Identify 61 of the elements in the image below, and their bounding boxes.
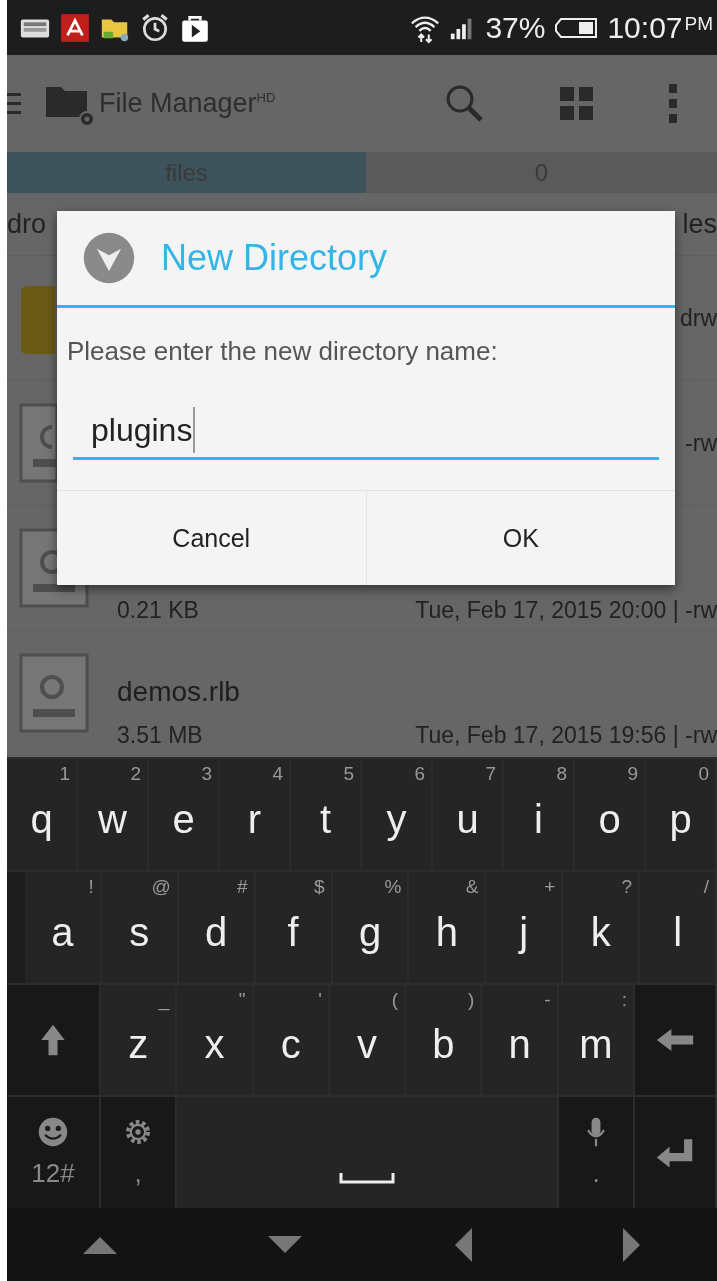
- file-permissions: -rw: [685, 429, 717, 457]
- key[interactable]: " x: [177, 984, 254, 1096]
- mic-key[interactable]: .: [559, 1097, 635, 1208]
- key[interactable]: 6 y: [362, 759, 433, 870]
- key[interactable]: % g: [332, 871, 410, 983]
- key[interactable]: + j: [486, 871, 564, 983]
- key[interactable]: _ z: [101, 984, 178, 1096]
- key[interactable]: 3 e: [149, 759, 220, 870]
- settings-key[interactable]: ,: [101, 1097, 177, 1208]
- enter-key[interactable]: [635, 1097, 717, 1208]
- key[interactable]: 1 q: [7, 759, 78, 870]
- mic-key-label: .: [592, 1158, 600, 1190]
- file-date: Tue, Feb 17, 2015 19:56 | -rw: [415, 722, 717, 749]
- clock-period: PM: [684, 12, 713, 35]
- file-size: 3.51 MB: [117, 722, 203, 749]
- dialog-title: New Directory: [161, 237, 388, 279]
- dialog-button[interactable]: OK: [365, 491, 675, 585]
- clock-time: 10:07: [607, 10, 683, 45]
- key[interactable]: ) b: [406, 984, 483, 1096]
- file-name: demos.rlb: [117, 676, 241, 708]
- space-icon: [339, 1172, 395, 1184]
- key[interactable]: : m: [558, 984, 635, 1096]
- file-icon: [19, 403, 57, 483]
- input-field[interactable]: plugins: [73, 403, 659, 460]
- pdf-icon: [59, 11, 91, 44]
- key[interactable]: 4 r: [220, 759, 291, 870]
- app-logo-icon: [81, 230, 137, 286]
- key[interactable]: ? k: [563, 871, 641, 983]
- key[interactable]: ( v: [329, 984, 407, 1096]
- key[interactable]: - n: [482, 984, 559, 1096]
- dialog-message: Please enter the new directory name:: [66, 335, 499, 367]
- battery-percent: 37%: [485, 10, 546, 45]
- key[interactable]: ! a: [25, 871, 102, 983]
- overflow-menu-icon[interactable]: [667, 81, 679, 126]
- key[interactable]: # d: [178, 871, 256, 983]
- key[interactable]: 0 p: [646, 759, 717, 870]
- smiley-icon: [37, 1116, 69, 1149]
- key[interactable]: 9 o: [575, 759, 646, 870]
- key[interactable]: $ f: [255, 871, 333, 983]
- key[interactable]: / l: [640, 871, 717, 983]
- key[interactable]: & h: [409, 871, 487, 983]
- file-icon: [19, 653, 89, 733]
- file-date: Tue, Feb 17, 2015 20:00 | -rw: [415, 597, 717, 624]
- file-size: 0.21 KB: [117, 597, 199, 624]
- key[interactable]: ' c: [253, 984, 330, 1096]
- shift-key[interactable]: [7, 984, 101, 1096]
- settings-key-label: ,: [134, 1158, 142, 1190]
- key[interactable]: 7 u: [433, 759, 504, 870]
- app-title: File Manager$^{HD}$: [99, 88, 276, 119]
- emoji-key[interactable]: 12#: [7, 1097, 101, 1208]
- battery-icon: [553, 15, 600, 40]
- path-text: dro: [7, 208, 47, 240]
- key[interactable]: 5 t: [291, 759, 362, 870]
- dialog-button[interactable]: Cancel: [57, 491, 366, 585]
- file-permissions: drw: [679, 304, 717, 332]
- emoji-key-label: 12#: [31, 1158, 75, 1190]
- key[interactable]: 2 w: [78, 759, 149, 870]
- path-text: les: [682, 208, 717, 240]
- key[interactable]: @ s: [101, 871, 179, 983]
- backspace-key[interactable]: [634, 984, 717, 1096]
- key[interactable]: 8 i: [504, 759, 575, 870]
